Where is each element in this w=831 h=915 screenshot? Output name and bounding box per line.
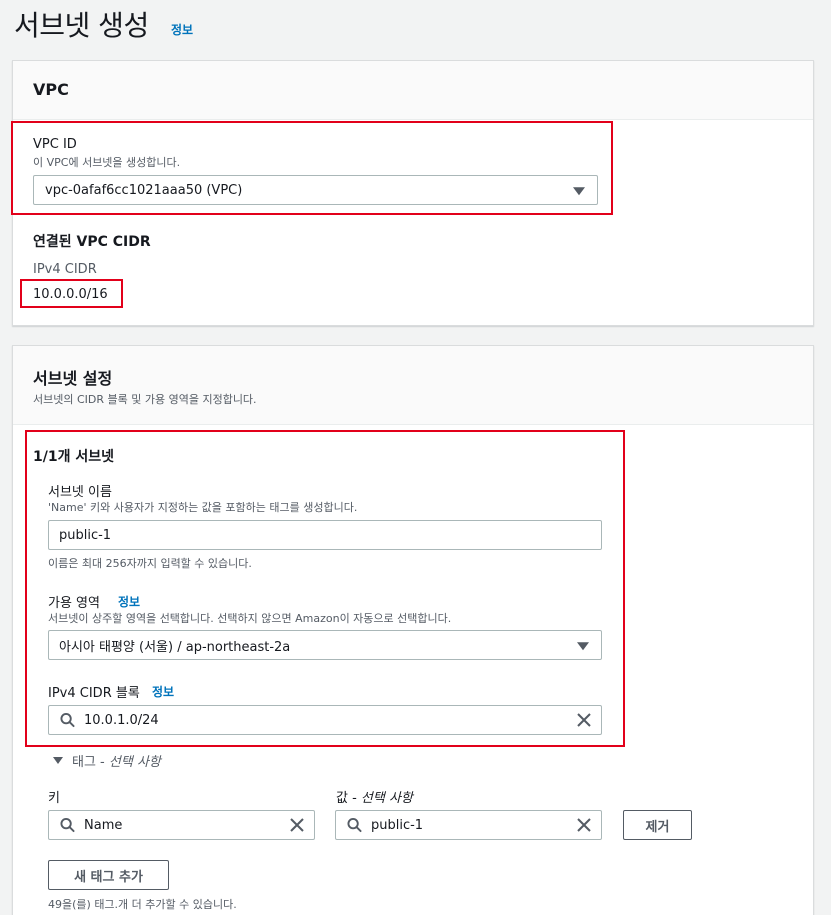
subnet-settings-header: 서브넷 설정 서브넷의 CIDR 블록 및 가용 영역을 지정합니다. [13, 346, 813, 425]
vpc-container-header: VPC [13, 61, 813, 120]
tag-value-input-value: public-1 [371, 817, 424, 833]
cidr-info-link[interactable]: 정보 [152, 683, 174, 700]
close-icon[interactable] [576, 817, 592, 833]
tag-key-input-value: Name [84, 817, 123, 833]
subnet-count-heading: 1/1개 서브넷 [33, 449, 114, 465]
tag-key-label: 키 [48, 791, 60, 806]
subnet-name-constraint: 이름은 최대 256자까지 입력할 수 있습니다. [48, 557, 252, 570]
close-icon[interactable] [289, 817, 305, 833]
chevron-down-icon [53, 757, 63, 764]
page-title: 서브넷 생성 [14, 9, 149, 42]
ipv4-cidr-value: 10.0.0.0/16 [33, 287, 108, 302]
az-select-value: 아시아 태평양 (서울) / ap-northeast-2a [59, 639, 291, 655]
tag-key-input[interactable]: Name [48, 810, 315, 840]
vpc-id-label: VPC ID [33, 137, 77, 152]
vpc-id-description: 이 VPC에 서브넷을 생성합니다. [33, 156, 181, 169]
tag-value-optional: 선택 사항 [360, 791, 413, 806]
info-link[interactable]: 정보 [171, 21, 193, 38]
cidr-block-label: IPv4 CIDR 블록 [48, 686, 140, 701]
vpc-id-select[interactable]: vpc-0afaf6cc1021aaa50 (VPC) [33, 175, 598, 205]
subnet-name-description: 'Name' 키와 사용자가 지정하는 값을 포함하는 태그를 생성합니다. [48, 501, 358, 514]
caret-down-icon [577, 642, 589, 651]
close-icon[interactable] [576, 712, 592, 728]
az-info-link[interactable]: 정보 [118, 593, 140, 610]
tags-toggle[interactable]: 태그 - 선택 사항 [53, 751, 161, 770]
cidr-block-input-value: 10.0.1.0/24 [84, 712, 159, 728]
subnet-name-label: 서브넷 이름 [48, 485, 112, 500]
az-label: 가용 영역 [48, 596, 100, 611]
add-tag-button[interactable]: 새 태그 추가 [48, 860, 169, 890]
vpc-heading: VPC [33, 80, 69, 99]
subnet-name-input-value: public-1 [59, 527, 112, 543]
search-icon [347, 817, 362, 833]
subnet-settings-description: 서브넷의 CIDR 블록 및 가용 영역을 지정합니다. [33, 393, 257, 406]
search-icon [60, 712, 75, 728]
ipv4-cidr-label: IPv4 CIDR [33, 262, 97, 277]
search-icon [60, 817, 75, 833]
tag-value-label-wrap: 값 - 선택 사항 [336, 787, 413, 806]
tag-value-input[interactable]: public-1 [335, 810, 602, 840]
subnet-name-input[interactable]: public-1 [48, 520, 602, 550]
tags-remaining-note: 49을(를) 태그.개 더 추가할 수 있습니다. [48, 898, 237, 911]
cidr-block-input[interactable]: 10.0.1.0/24 [48, 705, 602, 735]
tags-toggle-label: 태그 - [72, 755, 109, 770]
associated-cidr-heading: 연결된 VPC CIDR [33, 234, 151, 250]
az-description: 서브넷이 상주할 영역을 선택합니다. 선택하지 않으면 Amazon이 자동으… [48, 612, 452, 625]
az-select[interactable]: 아시아 태평양 (서울) / ap-northeast-2a [48, 630, 602, 660]
caret-down-icon [573, 187, 585, 196]
subnet-settings-heading: 서브넷 설정 [33, 369, 113, 388]
tag-value-label: 값 - [336, 791, 361, 806]
tags-toggle-optional: 선택 사항 [108, 755, 161, 770]
vpc-id-select-value: vpc-0afaf6cc1021aaa50 (VPC) [45, 182, 243, 198]
remove-tag-button[interactable]: 제거 [623, 810, 692, 840]
